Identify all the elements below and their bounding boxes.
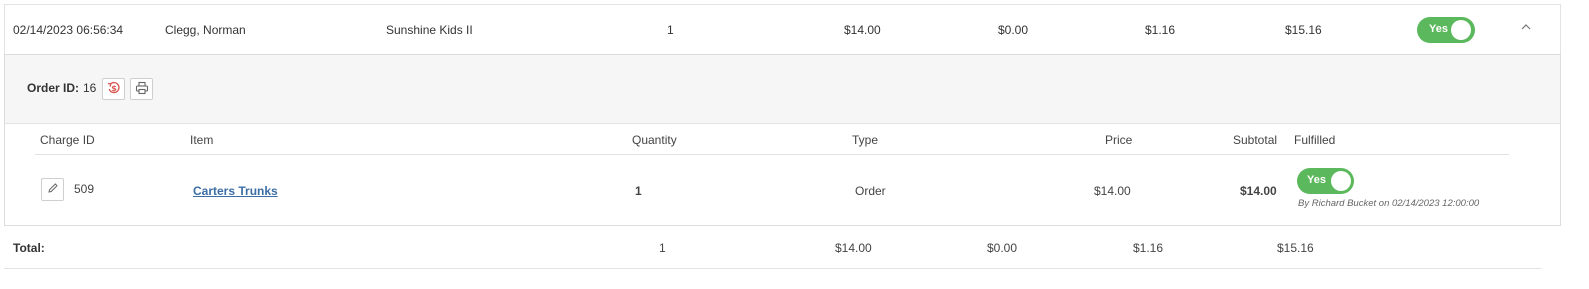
order-total: $15.16 [1285, 23, 1322, 37]
col-charge-id: Charge ID [40, 133, 95, 147]
item-link[interactable]: Carters Trunks [193, 184, 278, 198]
total-quantity: 1 [659, 241, 666, 255]
order-quantity: 1 [667, 23, 674, 37]
total-label: Total: [13, 241, 45, 255]
refund-button[interactable]: $ [102, 78, 125, 100]
col-subtotal: Subtotal [1233, 133, 1278, 147]
fulfilled-toggle[interactable]: Yes [1297, 168, 1354, 194]
order-detail-header: Order ID: 16 $ [5, 55, 1560, 124]
paid-toggle[interactable]: Yes [1417, 17, 1475, 43]
order-amount: $14.00 [844, 23, 881, 37]
refund-dollar-icon: $ [107, 81, 121, 98]
order-tax: $1.16 [1145, 23, 1176, 37]
col-item: Item [190, 133, 214, 147]
order-detail-panel: Order ID: 16 $ Charge ID Item Quantity T… [4, 54, 1561, 226]
paid-toggle-label: Yes [1429, 23, 1448, 35]
toggle-knob [1451, 20, 1471, 40]
edit-charge-button[interactable] [41, 178, 64, 201]
charge-subtotal: $14.00 [1240, 184, 1277, 198]
print-button[interactable] [130, 78, 153, 100]
charge-id: 509 [74, 182, 95, 196]
order-program: Sunshine Kids II [386, 23, 473, 37]
pencil-icon [47, 182, 59, 197]
order-discount: $0.00 [998, 23, 1029, 37]
charge-type: Order [855, 184, 886, 198]
toggle-knob [1331, 171, 1351, 191]
charge-price: $14.00 [1094, 184, 1131, 198]
total-tax: $1.16 [1133, 241, 1164, 255]
charge-quantity: 1 [635, 184, 642, 198]
order-customer: Clegg, Norman [165, 23, 246, 37]
total-total: $15.16 [1277, 241, 1314, 255]
col-quantity: Quantity [632, 133, 677, 147]
col-fulfilled: Fulfilled [1294, 133, 1336, 147]
order-id-label: Order ID: [27, 81, 80, 95]
col-type: Type [852, 133, 879, 147]
printer-icon [135, 81, 149, 98]
total-discount: $0.00 [987, 241, 1018, 255]
fulfilled-note: By Richard Bucket on 02/14/2023 12:00:00 [1298, 198, 1480, 209]
order-row[interactable]: 02/14/2023 06:56:34 Clegg, Norman Sunshi… [4, 4, 1561, 54]
svg-text:$: $ [111, 84, 117, 93]
order-id-value: 16 [83, 81, 97, 95]
header-divider [35, 154, 1509, 155]
chevron-up-icon[interactable] [1520, 21, 1532, 35]
col-price: Price [1105, 133, 1133, 147]
total-amount: $14.00 [835, 241, 872, 255]
fulfilled-toggle-label: Yes [1307, 174, 1326, 186]
order-datetime: 02/14/2023 06:56:34 [13, 23, 124, 37]
total-row: Total: 1 $14.00 $0.00 $1.16 $15.16 [4, 226, 1541, 269]
